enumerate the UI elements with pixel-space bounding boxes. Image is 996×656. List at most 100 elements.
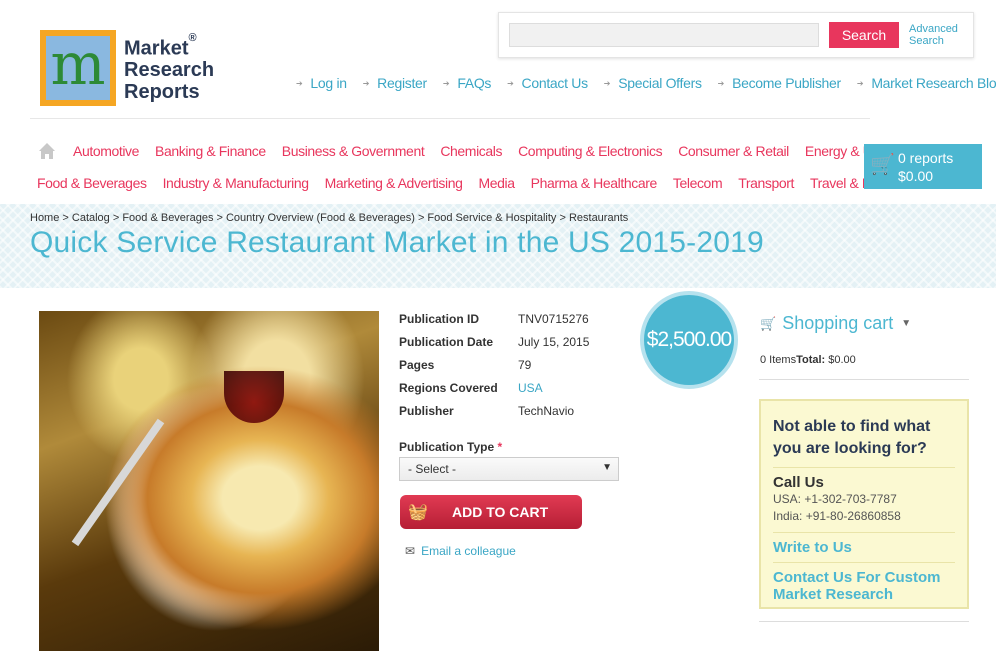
category-pharma-healthcare[interactable]: Pharma & Healthcare [531, 175, 658, 191]
email-colleague-link[interactable]: ✉ Email a colleague [405, 544, 516, 558]
advanced-search-link[interactable]: Advanced Search [909, 23, 969, 47]
top-link-label: Contact Us [521, 75, 589, 91]
phone-india: India: +91-80-26860858 [773, 509, 901, 523]
logo-wordmark: Market® Research Reports [124, 31, 215, 104]
detail-row-publisher: Publisher TechNavio [399, 404, 589, 427]
top-nav: ➔ Log in ➔ Register ➔ FAQs ➔ Contact Us ➔ Spe… [296, 75, 996, 91]
category-nav-row2: Food & Beverages Industry & Manufacturin… [37, 175, 921, 191]
top-link-label: Become Publisher [732, 75, 841, 91]
logo-line3: Reports [124, 81, 200, 104]
detail-label: Publication Date [399, 335, 494, 349]
search-button[interactable]: Search [829, 22, 899, 48]
registered-mark: ® [188, 31, 197, 44]
publication-type-label: Publication Type * [399, 440, 502, 454]
top-link-become-publisher[interactable]: ➔ Become Publisher [717, 75, 842, 91]
logo-mark: m [40, 30, 116, 106]
top-link-faqs[interactable]: ➔ FAQs [443, 75, 492, 91]
cart-total-label: Total: [796, 354, 826, 366]
cart-report-count: 0 reports [898, 150, 954, 166]
publication-type-select[interactable]: - Select - ▼ [399, 457, 619, 481]
detail-row-id: Publication ID TNV0715276 [399, 312, 589, 335]
publication-type-text: Publication Type [399, 440, 495, 454]
detail-row-regions: Regions Covered USA [399, 381, 589, 404]
sidebar-divider [759, 621, 969, 622]
advanced-search-line2: Search [909, 35, 944, 47]
publication-date: July 15, 2015 [518, 335, 590, 349]
fork-shape [71, 418, 165, 547]
detail-label: Regions Covered [399, 381, 498, 395]
chevron-down-icon: ▼ [901, 318, 912, 329]
custom-research-link[interactable]: Contact Us For Custom Market Research [773, 563, 955, 609]
add-to-cart-button[interactable]: 🧺 ADD TO CART [400, 495, 582, 529]
arrow-icon: ➔ [603, 78, 611, 88]
page-title: Quick Service Restaurant Market in the U… [30, 226, 764, 259]
home-icon[interactable] [38, 142, 56, 160]
shopping-cart-title: Shopping cart [782, 313, 894, 333]
arrow-icon: ➔ [362, 78, 370, 88]
logo-line1: Market [124, 37, 189, 60]
arrow-icon: ➔ [717, 78, 725, 88]
logo-line2: Research [124, 59, 215, 82]
sidebar-divider [759, 379, 969, 380]
logo-letter: m [50, 30, 106, 98]
header-divider [30, 118, 870, 119]
detail-row-pages: Pages 79 [399, 358, 589, 381]
category-marketing-advertising[interactable]: Marketing & Advertising [325, 175, 463, 191]
price-badge: $2,500.00 [640, 291, 738, 389]
top-link-login[interactable]: ➔ Log in [296, 75, 347, 91]
category-chemicals[interactable]: Chemicals [440, 143, 502, 159]
cart-widget[interactable]: 🛒 0 reports $0.00 [864, 144, 982, 189]
search-input[interactable] [509, 23, 819, 47]
category-consumer-retail[interactable]: Consumer & Retail [678, 143, 789, 159]
envelope-icon: ✉ [405, 544, 416, 558]
top-link-special-offers[interactable]: ➔ Special Offers [604, 75, 702, 91]
top-link-register[interactable]: ➔ Register [363, 75, 427, 91]
detail-label: Publisher [399, 404, 454, 418]
publication-id: TNV0715276 [518, 312, 589, 326]
detail-row-date: Publication Date July 15, 2015 [399, 335, 589, 358]
shopping-cart-summary: 0 ItemsTotal: $0.00 [760, 354, 856, 366]
basket-icon: 🧺 [408, 504, 428, 521]
top-link-blog[interactable]: ➔ Market Research Blog [857, 75, 996, 91]
publication-details: Publication ID TNV0715276 Publication Dat… [399, 312, 589, 427]
category-transport[interactable]: Transport [738, 175, 794, 191]
chevron-down-icon: ▼ [602, 462, 612, 473]
detail-label: Publication ID [399, 312, 480, 326]
cart-total: $0.00 [898, 168, 934, 184]
required-marker: * [497, 440, 503, 454]
write-to-us-link[interactable]: Write to Us [773, 533, 955, 562]
category-media[interactable]: Media [478, 175, 515, 191]
selected-option: - Select - [408, 462, 457, 476]
category-industry-manufacturing[interactable]: Industry & Manufacturing [163, 175, 309, 191]
category-computing-electronics[interactable]: Computing & Electronics [518, 143, 662, 159]
category-automotive[interactable]: Automotive [73, 143, 139, 159]
detail-label: Pages [399, 358, 435, 372]
top-link-label: FAQs [457, 75, 492, 91]
advanced-search-line1: Advanced [909, 23, 958, 35]
top-link-contact[interactable]: ➔ Contact Us [507, 75, 588, 91]
top-link-label: Special Offers [618, 75, 702, 91]
help-question: Not able to find what you are looking fo… [773, 418, 931, 457]
shopping-cart-toggle[interactable]: 🛒 Shopping cart ▼ [760, 313, 911, 334]
help-divider [773, 467, 955, 468]
call-us-title: Call Us [773, 474, 824, 491]
phone-usa: USA: +1-302-703-7787 [773, 492, 897, 506]
category-business-government[interactable]: Business & Government [282, 143, 425, 159]
category-nav-row1: Automotive Banking & Finance Business & … [73, 143, 920, 159]
cart-icon: 🛒 [760, 315, 777, 331]
category-food-beverages[interactable]: Food & Beverages [37, 175, 147, 191]
category-telecom[interactable]: Telecom [673, 175, 723, 191]
cart-total-value: $0.00 [825, 354, 856, 366]
region-link[interactable]: USA [518, 381, 543, 404]
breadcrumb[interactable]: Home > Catalog > Food & Beverages > Coun… [30, 212, 628, 224]
category-banking-finance[interactable]: Banking & Finance [155, 143, 266, 159]
product-image [39, 311, 379, 651]
top-link-label: Register [377, 75, 427, 91]
pages-value: 79 [518, 358, 532, 372]
cart-items-count: 0 Items [760, 354, 797, 366]
top-link-label: Log in [310, 75, 347, 91]
help-box: Not able to find what you are looking fo… [759, 399, 969, 609]
site-logo[interactable]: m Market® Research Reports [40, 30, 214, 106]
cart-icon: 🛒 [870, 154, 895, 176]
search-panel: Search Advanced Search [498, 12, 974, 58]
